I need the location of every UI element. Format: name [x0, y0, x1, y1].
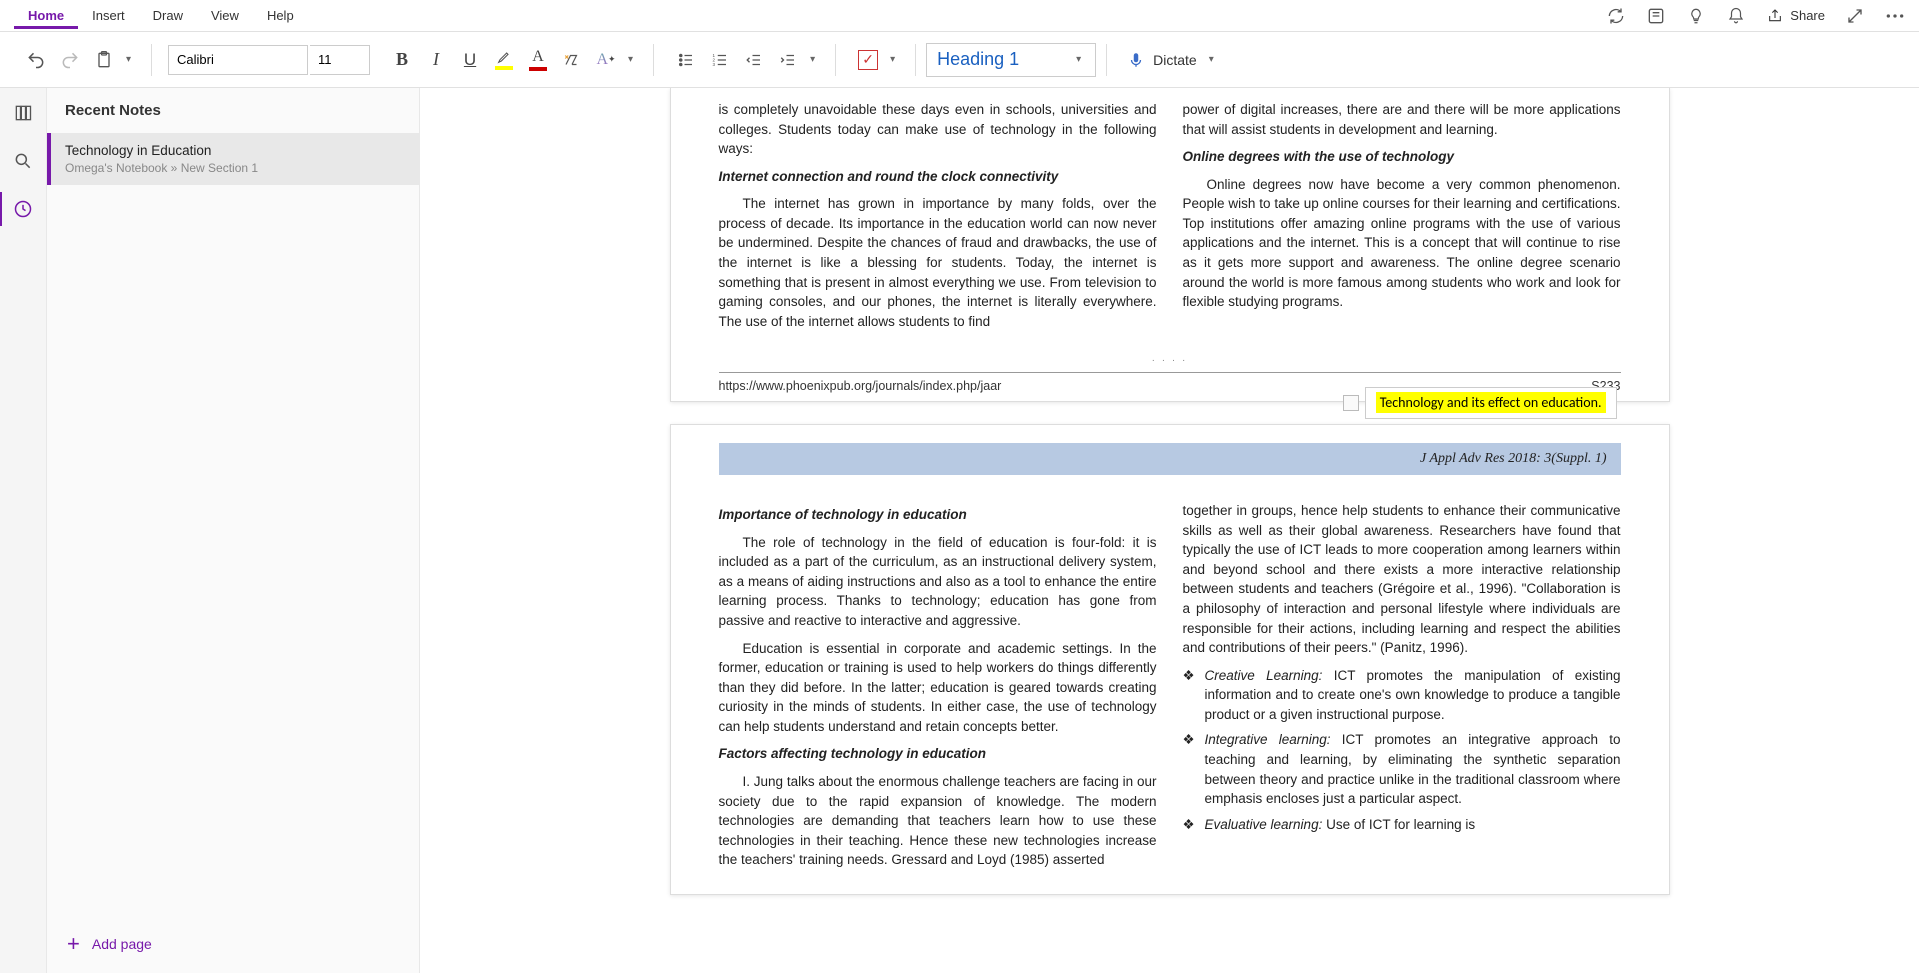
bullet-icon: ❖ — [1183, 730, 1197, 808]
text-effects-button[interactable]: A✦ — [590, 44, 622, 76]
footer-dots: · · · · — [671, 355, 1669, 366]
document-page-2: J Appl Adv Res 2018: 3(Suppl. 1) Importa… — [670, 424, 1670, 895]
notifications-icon[interactable] — [1726, 6, 1746, 26]
doc-text: The role of technology in the field of e… — [719, 533, 1157, 631]
add-page-button[interactable]: + Add page — [47, 915, 419, 973]
doc-heading: Factors affecting technology in educatio… — [719, 744, 1157, 764]
styles-dropdown[interactable]: Heading 1 ▾ — [926, 43, 1096, 77]
dictate-label: Dictate — [1153, 52, 1197, 68]
tab-view[interactable]: View — [197, 2, 253, 29]
dictate-button[interactable]: Dictate ▾ — [1117, 49, 1228, 71]
bullet-label: Integrative learning: — [1205, 732, 1331, 747]
doc-heading: Online degrees with the use of technolog… — [1183, 147, 1621, 167]
style-label: Heading 1 — [937, 49, 1019, 70]
fullscreen-icon[interactable] — [1845, 6, 1865, 26]
toolbar: ▾ Calibri 11 B I U A A✦ ▾ 123 ▾ ✓ ▾ Head… — [0, 32, 1919, 88]
callout-text: Technology and its effect on education. — [1376, 392, 1606, 413]
bullet-text: Use of ICT for learning is — [1326, 817, 1475, 832]
undo-button[interactable] — [20, 44, 52, 76]
doc-text: is completely unavoidable these days eve… — [719, 100, 1157, 159]
underline-button[interactable]: U — [454, 44, 486, 76]
todo-tag-button[interactable]: ✓ — [852, 44, 884, 76]
doc-text: The internet has grown in importance by … — [719, 194, 1157, 331]
doc-text: Education is essential in corporate and … — [719, 639, 1157, 737]
recent-icon[interactable] — [6, 192, 40, 226]
bullet-icon: ❖ — [1183, 666, 1197, 725]
bullet-label: Evaluative learning: — [1205, 817, 1323, 832]
highlight-button[interactable] — [488, 44, 520, 76]
tab-insert[interactable]: Insert — [78, 2, 139, 29]
style-chevron-icon: ▾ — [1072, 54, 1085, 65]
doc-heading: Internet connection and round the clock … — [719, 167, 1157, 187]
sidebar-header: Recent Notes — [47, 88, 419, 133]
font-name-input[interactable]: Calibri — [168, 45, 308, 75]
clipboard-button[interactable] — [88, 44, 120, 76]
doc-text: power of digital increases, there are an… — [1183, 100, 1621, 139]
note-title: Technology in Education — [65, 143, 401, 158]
footer-url: https://www.phoenixpub.org/journals/inde… — [719, 379, 1002, 393]
tags-chevron-icon[interactable]: ▾ — [886, 54, 899, 65]
immersive-reader-icon[interactable] — [1646, 6, 1666, 26]
bullet-icon: ❖ — [1183, 815, 1197, 835]
bullet-item: ❖ Creative Learning: ICT promotes the ma… — [1183, 666, 1621, 725]
note-item[interactable]: Technology in Education Omega's Notebook… — [47, 133, 419, 185]
share-label: Share — [1790, 8, 1825, 23]
document-page-1: is completely unavoidable these days eve… — [670, 88, 1670, 402]
add-page-label: Add page — [92, 936, 152, 952]
tab-home[interactable]: Home — [14, 2, 78, 29]
doc-text: Online degrees now have become a very co… — [1183, 175, 1621, 312]
paragraph-more-chevron-icon[interactable]: ▾ — [806, 54, 819, 65]
note-callout[interactable]: Technology and its effect on education. — [1365, 387, 1617, 419]
bullet-label: Creative Learning: — [1205, 668, 1323, 683]
bold-button[interactable]: B — [386, 44, 418, 76]
clear-formatting-button[interactable] — [556, 44, 588, 76]
indent-button[interactable] — [772, 44, 804, 76]
svg-text:3: 3 — [713, 62, 716, 67]
dictate-chevron-icon[interactable]: ▾ — [1205, 54, 1218, 65]
numbering-button[interactable]: 123 — [704, 44, 736, 76]
search-icon[interactable] — [6, 144, 40, 178]
lightbulb-icon[interactable] — [1686, 6, 1706, 26]
doc-text: together in groups, hence help students … — [1183, 501, 1621, 658]
sidebar: Recent Notes Technology in Education Ome… — [47, 88, 420, 973]
note-path: Omega's Notebook » New Section 1 — [65, 161, 401, 175]
plus-icon: + — [67, 931, 80, 957]
bullets-button[interactable] — [670, 44, 702, 76]
page-header-band: J Appl Adv Res 2018: 3(Suppl. 1) — [719, 443, 1621, 475]
more-icon[interactable] — [1885, 6, 1905, 26]
clipboard-chevron-icon[interactable]: ▾ — [122, 54, 135, 65]
doc-heading: Importance of technology in education — [719, 505, 1157, 525]
font-color-button[interactable]: A — [522, 44, 554, 76]
page-canvas[interactable]: is completely unavoidable these days eve… — [420, 88, 1919, 973]
notebooks-icon[interactable] — [6, 96, 40, 130]
tab-help[interactable]: Help — [253, 2, 308, 29]
tab-draw[interactable]: Draw — [139, 2, 197, 29]
redo-button[interactable] — [54, 44, 86, 76]
bullet-item: ❖ Evaluative learning: Use of ICT for le… — [1183, 815, 1621, 835]
sync-icon[interactable] — [1606, 6, 1626, 26]
nav-rail — [0, 88, 47, 973]
font-more-chevron-icon[interactable]: ▾ — [624, 54, 637, 65]
font-size-input[interactable]: 11 — [310, 45, 370, 75]
ribbon-tabs: Home Insert Draw View Help Share — [0, 0, 1919, 32]
outdent-button[interactable] — [738, 44, 770, 76]
bullet-item: ❖ Integrative learning: ICT promotes an … — [1183, 730, 1621, 808]
doc-text: I. Jung talks about the enormous challen… — [719, 772, 1157, 870]
italic-button[interactable]: I — [420, 44, 452, 76]
note-handle-icon[interactable] — [1343, 395, 1359, 411]
share-button[interactable]: Share — [1766, 8, 1825, 24]
